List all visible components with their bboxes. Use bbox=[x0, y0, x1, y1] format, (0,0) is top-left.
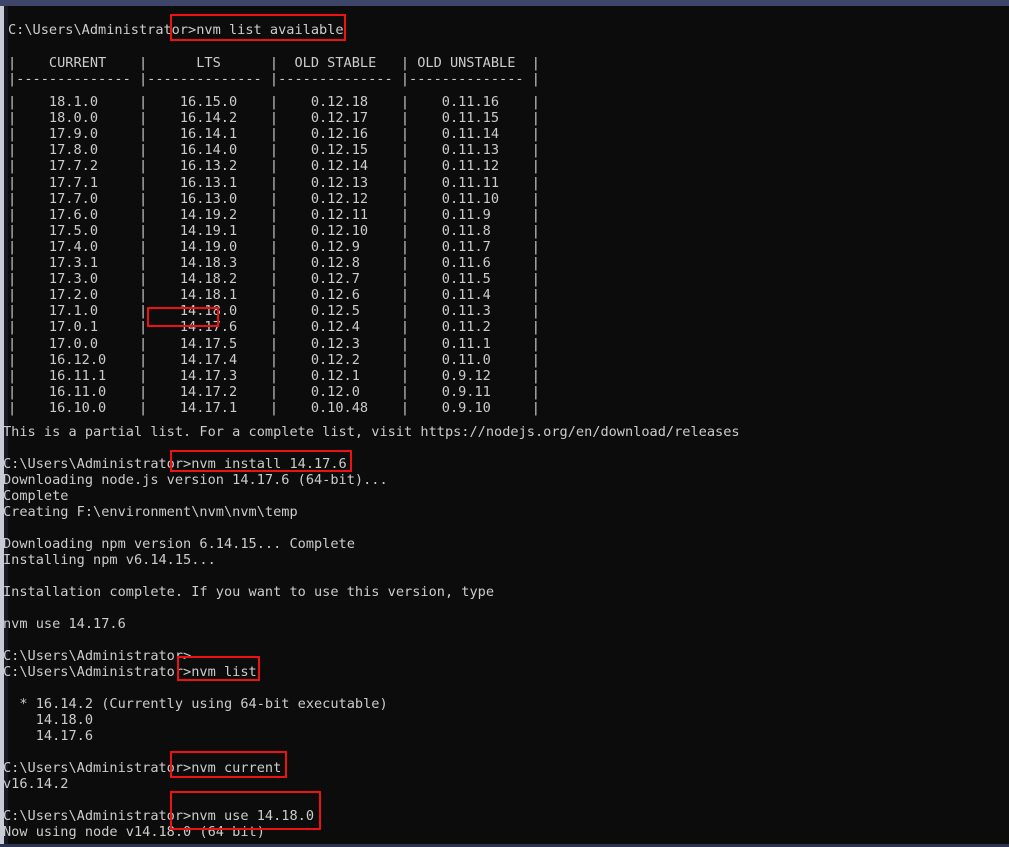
table-row: | 16.10.0 | 14.17.1 | 0.10.48 | 0.9.10 | bbox=[8, 399, 540, 416]
table-row: | 17.7.0 | 16.13.0 | 0.12.12 | 0.11.10 | bbox=[8, 190, 540, 207]
installed-version-current: * 16.14.2 (Currently using 64-bit execut… bbox=[3, 696, 388, 712]
table-row: | 17.5.0 | 14.19.1 | 0.12.10 | 0.11.8 | bbox=[8, 222, 540, 239]
install-complete-line: Installation complete. If you want to us… bbox=[3, 584, 495, 600]
installed-version-3: 14.17.6 bbox=[3, 728, 94, 744]
table-row: | 17.7.2 | 16.13.2 | 0.12.14 | 0.11.12 | bbox=[8, 158, 540, 175]
table-row: | 17.9.0 | 16.14.1 | 0.12.16 | 0.11.14 | bbox=[8, 126, 540, 143]
table-row: | 16.11.0 | 14.17.2 | 0.12.0 | 0.9.11 | bbox=[8, 383, 540, 400]
table-row: | 18.0.0 | 16.14.2 | 0.12.17 | 0.11.15 | bbox=[8, 110, 540, 127]
table-row: | 18.1.0 | 16.15.0 | 0.12.18 | 0.11.16 | bbox=[8, 94, 540, 110]
complete-line-1: Complete bbox=[3, 488, 69, 504]
table-row: | 17.0.0 | 14.17.5 | 0.12.3 | 0.11.1 | bbox=[8, 335, 540, 352]
installing-npm-line: Installing npm v6.14.15... bbox=[3, 552, 216, 568]
table-separator-row: |-------------- |-------------- |-------… bbox=[8, 71, 540, 87]
command-prompt-window[interactable]: C:\Users\Administrator>nvm list availabl… bbox=[0, 0, 1009, 847]
console-output-area[interactable]: C:\Users\Administrator>nvm list availabl… bbox=[0, 6, 1009, 844]
creating-temp-line: Creating F:\environment\nvm\nvm\temp bbox=[3, 504, 298, 520]
use-hint-line: nvm use 14.17.6 bbox=[3, 616, 126, 632]
table-row: | 17.6.0 | 14.19.2 | 0.12.11 | 0.11.9 | bbox=[8, 206, 540, 223]
table-row: | 17.3.1 | 14.18.3 | 0.12.8 | 0.11.6 | bbox=[8, 255, 540, 271]
table-row: | 17.3.0 | 14.18.2 | 0.12.7 | 0.11.5 | bbox=[8, 271, 540, 288]
table-row: | 17.4.0 | 14.19.0 | 0.12.9 | 0.11.7 | bbox=[8, 238, 540, 255]
command-line-use: C:\Users\Administrator>nvm use 14.18.0 bbox=[3, 808, 314, 824]
now-using-line: Now using node v14.18.0 (64 bit) bbox=[3, 824, 265, 840]
table-row: | 17.0.1 | 14.17.6 | 0.12.4 | 0.11.2 | bbox=[8, 319, 540, 336]
command-line-install: C:\Users\Administrator>nvm install 14.17… bbox=[3, 456, 347, 472]
table-row: | 17.7.1 | 16.13.1 | 0.12.13 | 0.11.11 | bbox=[8, 174, 540, 191]
command-line-current: C:\Users\Administrator>nvm current bbox=[3, 760, 282, 776]
partial-list-note: This is a partial list. For a complete l… bbox=[3, 424, 740, 440]
downloading-npm-line: Downloading npm version 6.14.15... Compl… bbox=[3, 536, 355, 552]
table-row: | 16.11.1 | 14.17.3 | 0.12.1 | 0.9.12 | bbox=[8, 367, 540, 384]
table-header-row: | CURRENT | LTS | OLD STABLE | OLD UNSTA… bbox=[8, 55, 540, 71]
table-row: | 16.12.0 | 14.17.4 | 0.12.2 | 0.11.0 | bbox=[8, 351, 540, 368]
prompt-line-blank: C:\Users\Administrator> bbox=[3, 648, 192, 664]
table-row: | 17.8.0 | 16.14.0 | 0.12.15 | 0.11.13 | bbox=[8, 142, 540, 159]
downloading-node-line: Downloading node.js version 14.17.6 (64-… bbox=[3, 472, 388, 488]
command-line-list: C:\Users\Administrator>nvm list bbox=[3, 664, 257, 680]
installed-version-2: 14.18.0 bbox=[3, 712, 94, 728]
command-line-list-available: C:\Users\Administrator>nvm list availabl… bbox=[8, 22, 344, 38]
table-row: | 17.2.0 | 14.18.1 | 0.12.6 | 0.11.4 | bbox=[8, 287, 540, 304]
current-version-line: v16.14.2 bbox=[3, 776, 69, 792]
table-row: | 17.1.0 | 14.18.0 | 0.12.5 | 0.11.3 | bbox=[8, 303, 540, 320]
